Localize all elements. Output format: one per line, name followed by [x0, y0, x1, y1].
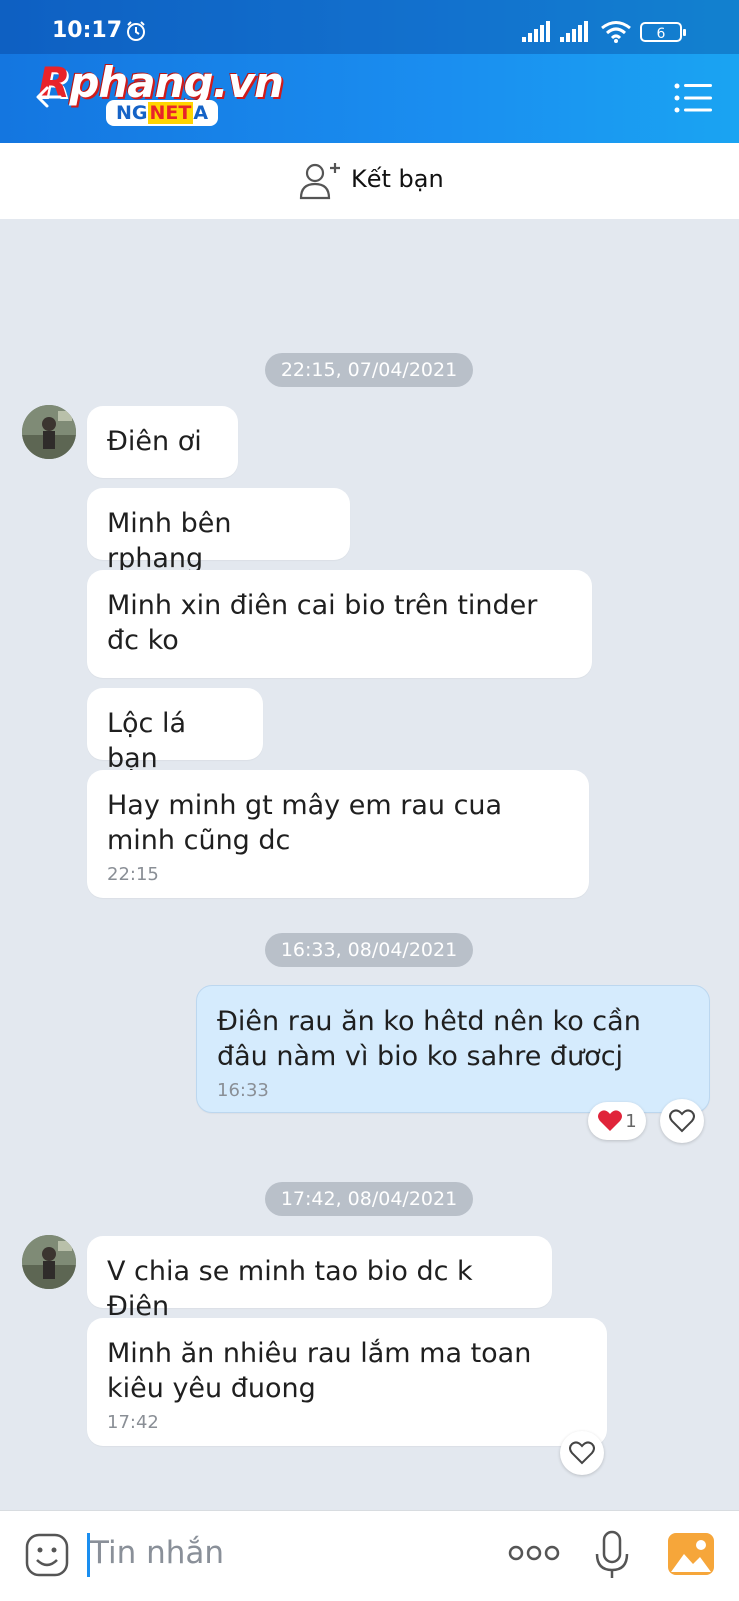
own-message-bubble[interactable]: Điên rau ăn ko hêtd nên ko cần đâu nàm v… — [196, 985, 710, 1113]
logo-badge: NG NET A — [106, 100, 219, 126]
avatar-photo — [22, 1235, 76, 1289]
message-text: Minh ăn nhiêu rau lắm ma toan kiêu yêu đ… — [107, 1338, 532, 1404]
heart-outline-icon — [569, 1441, 595, 1465]
add-friend-label[interactable]: Kết bạn — [351, 165, 444, 193]
date-separator: 22:15, 07/04/2021 — [265, 353, 473, 387]
site-logo: Rphang.vn NG NET A — [38, 58, 284, 134]
menu-icon[interactable] — [674, 82, 714, 114]
avatar[interactable] — [22, 1235, 76, 1289]
date-separator: 17:42, 08/04/2021 — [265, 1182, 473, 1216]
avatar-photo — [22, 405, 76, 459]
message-text: V chia se minh tao bio dc k Điên — [107, 1256, 473, 1322]
reaction-badge[interactable]: 1 — [588, 1102, 646, 1140]
message-text: Hay minh gt mây em rau cua minh cũng dc — [107, 790, 503, 856]
back-icon[interactable] — [34, 82, 64, 112]
message-text: Minh bên rphang — [107, 508, 232, 574]
message-time: 17:42 — [107, 1412, 159, 1433]
message-time: 22:15 — [107, 864, 159, 885]
more-icon[interactable] — [508, 1544, 560, 1562]
message-bubble[interactable]: Điên ơi — [87, 406, 238, 478]
signal-icon-2 — [560, 21, 588, 42]
react-button[interactable] — [560, 1431, 604, 1475]
message-text: Minh xin điên cai bio trên tinder đc ko — [107, 590, 538, 656]
avatar[interactable] — [22, 405, 76, 459]
message-time: 16:33 — [217, 1080, 269, 1101]
message-bubble[interactable]: Minh xin điên cai bio trên tinder đc ko — [87, 570, 592, 678]
message-bubble[interactable]: Minh ăn nhiêu rau lắm ma toan kiêu yêu đ… — [87, 1318, 607, 1446]
message-text: Lộc lá bạn — [107, 708, 187, 774]
status-bar: 10:17 6 — [0, 0, 739, 54]
gallery-icon[interactable] — [667, 1532, 715, 1576]
message-bubble[interactable]: Hay minh gt mây em rau cua minh cũng dc … — [87, 770, 589, 898]
heart-outline-icon — [669, 1109, 695, 1133]
emoji-icon[interactable] — [24, 1532, 70, 1578]
signal-icon — [522, 21, 550, 42]
message-bubble[interactable]: Minh bên rphang — [87, 488, 350, 574]
message-text: Điên ơi — [107, 426, 202, 457]
status-time: 10:17 — [52, 18, 123, 43]
battery-indicator: 6 — [640, 22, 686, 42]
reaction-count: 1 — [625, 1110, 637, 1132]
react-button[interactable] — [660, 1099, 704, 1143]
heart-icon — [598, 1110, 623, 1131]
message-bubble[interactable]: V chia se minh tao bio dc k Điên — [87, 1236, 552, 1322]
message-input[interactable]: Tin nhắn — [90, 1535, 224, 1571]
wifi-icon — [601, 21, 631, 43]
alarm-icon — [127, 21, 145, 41]
add-friend-icon[interactable] — [298, 160, 342, 200]
message-text: Điên rau ăn ko hêtd nên ko cần đâu nàm v… — [217, 1006, 641, 1072]
message-bubble[interactable]: Lộc lá bạn — [87, 688, 263, 774]
mic-icon[interactable] — [593, 1530, 631, 1580]
date-separator: 16:33, 08/04/2021 — [265, 933, 473, 967]
